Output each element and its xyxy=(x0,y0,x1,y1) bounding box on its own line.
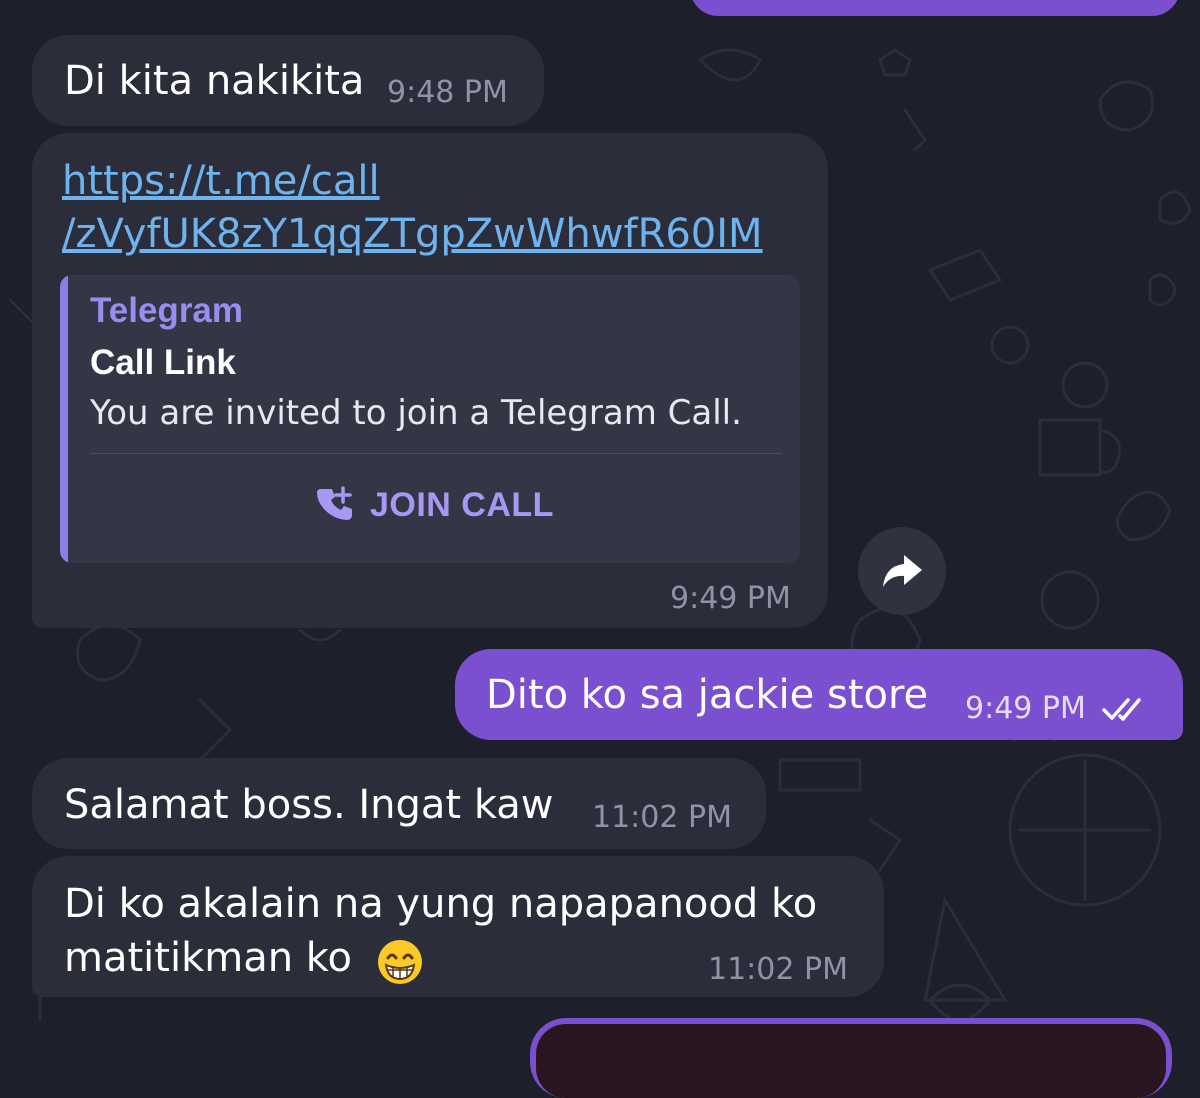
incoming-message[interactable]: Salamat boss. Ingat kaw 11:02 PM xyxy=(32,758,766,849)
message-time: 11:02 PM xyxy=(592,800,732,835)
message-text: Salamat boss. Ingat kaw xyxy=(64,782,554,828)
outgoing-message[interactable]: Dito ko sa jackie store 9:49 PM xyxy=(455,649,1183,740)
message-text-line-1: Di ko akalain na yung napapanood ko xyxy=(64,881,818,927)
message-text: Dito ko sa jackie store xyxy=(486,672,929,718)
link-preview-card[interactable]: Telegram Call Link You are invited to jo… xyxy=(60,275,800,563)
preview-title: Call Link xyxy=(90,343,236,382)
join-call-button[interactable]: JOIN CALL xyxy=(316,485,554,525)
preview-site-name: Telegram xyxy=(90,291,244,330)
double-check-icon xyxy=(1102,698,1141,721)
message-time: 9:48 PM xyxy=(387,75,508,110)
join-call-label: JOIN CALL xyxy=(370,485,554,524)
message-time: 11:02 PM xyxy=(708,952,848,987)
preview-divider xyxy=(90,453,782,454)
call-link-line-1[interactable]: https://t.me/call xyxy=(62,155,380,207)
preview-description: You are invited to join a Telegram Call. xyxy=(90,393,742,433)
incoming-link-message[interactable]: https://t.me/call /zVyfUK8zY1qqZTgpZwWhw… xyxy=(32,133,828,628)
share-forward-icon xyxy=(883,555,922,587)
call-link-line-2[interactable]: /zVyfUK8zY1qqZTgpZwWhwfR60IM xyxy=(62,208,763,260)
grinning-face-emoji xyxy=(378,940,422,984)
preview-accent-bar xyxy=(60,275,68,563)
incoming-message[interactable]: Di kita nakikita 9:48 PM xyxy=(32,35,544,126)
message-text-line-2: matitikman ko xyxy=(64,935,352,981)
clipped-outgoing-message[interactable] xyxy=(690,0,1180,16)
incoming-message[interactable]: Di ko akalain na yung napapanood ko mati… xyxy=(32,856,884,997)
media-thumbnail xyxy=(536,1024,1166,1098)
message-time: 9:49 PM xyxy=(965,691,1086,726)
share-button[interactable] xyxy=(858,527,946,615)
message-time: 9:49 PM xyxy=(670,581,791,616)
phone-plus-icon xyxy=(317,486,352,520)
clipped-outgoing-media[interactable] xyxy=(530,1018,1172,1098)
message-text: Di kita nakikita xyxy=(64,58,365,104)
